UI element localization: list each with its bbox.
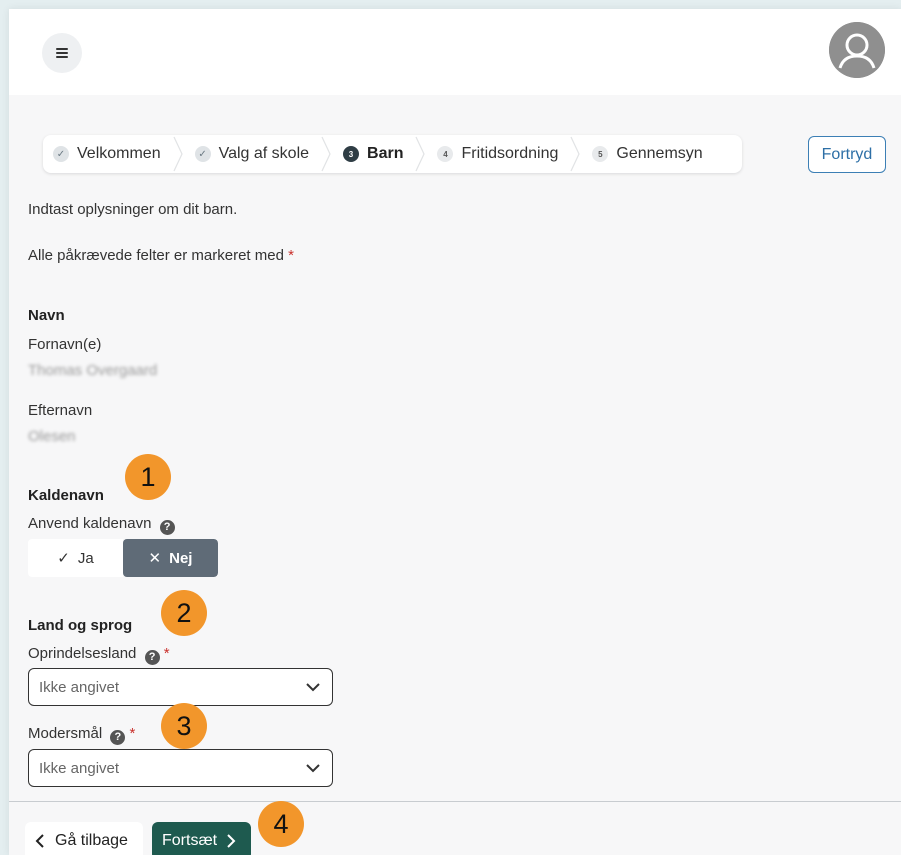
annotation-badge-2: 2 bbox=[161, 590, 207, 636]
check-icon: ✓ bbox=[194, 146, 211, 162]
help-icon[interactable]: ? bbox=[144, 649, 160, 665]
language-label: Modersmål ? * bbox=[28, 725, 135, 745]
language-label-text: Modersmål bbox=[28, 725, 103, 742]
chevron-left-icon bbox=[35, 834, 44, 848]
hamburger-icon bbox=[56, 48, 68, 58]
country-select[interactable]: Ikke angivet bbox=[28, 668, 333, 706]
continue-button[interactable]: Fortsæt bbox=[152, 822, 251, 855]
required-asterisk: * bbox=[288, 247, 294, 264]
last-name-value: Olesen bbox=[28, 428, 76, 445]
annotation-badge-1: 1 bbox=[125, 454, 171, 500]
step-velkommen[interactable]: ✓ Velkommen bbox=[53, 135, 195, 173]
use-nickname-label: Anvend kaldenavn ? bbox=[28, 515, 175, 535]
step-gennemsyn[interactable]: 5 Gennemsyn bbox=[592, 135, 714, 173]
intro-text: Indtast oplysninger om dit barn. bbox=[28, 201, 238, 218]
use-nickname-text: Anvend kaldenavn bbox=[28, 515, 152, 532]
name-heading: Navn bbox=[28, 307, 65, 324]
required-asterisk: * bbox=[163, 645, 170, 662]
required-note: Alle påkrævede felter er markeret med * bbox=[28, 247, 294, 264]
app-frame: ✓ Velkommen ✓ Valg af skole 3 Barn 4 Fri… bbox=[9, 9, 901, 855]
step-separator-icon bbox=[570, 136, 581, 172]
step-fritidsordning[interactable]: 4 Fritidsordning bbox=[437, 135, 592, 173]
top-bar bbox=[9, 9, 901, 95]
step-label: Valg af skole bbox=[218, 145, 310, 162]
check-icon: ✓ bbox=[57, 550, 70, 567]
step-label: Fritidsordning bbox=[461, 145, 559, 162]
progress-stepper: ✓ Velkommen ✓ Valg af skole 3 Barn 4 Fri… bbox=[43, 135, 742, 173]
help-icon[interactable]: ? bbox=[110, 729, 126, 745]
required-note-text: Alle påkrævede felter er markeret med bbox=[28, 247, 284, 264]
step-separator-icon bbox=[415, 136, 426, 172]
nickname-no-option[interactable]: ✕ Nej bbox=[123, 539, 218, 577]
first-name-value: Thomas Overgaard bbox=[28, 362, 158, 379]
step-number-icon: 4 bbox=[437, 146, 454, 162]
nickname-yes-option[interactable]: ✓ Ja bbox=[28, 539, 123, 577]
first-name-label: Fornavn(e) bbox=[28, 336, 102, 353]
step-separator-icon bbox=[321, 136, 331, 172]
step-barn[interactable]: 3 Barn bbox=[343, 135, 437, 173]
language-select-value: Ikke angivet bbox=[39, 759, 120, 777]
back-button[interactable]: Gå tilbage bbox=[25, 822, 143, 855]
annotation-badge-4: 4 bbox=[258, 801, 304, 847]
language-select[interactable]: Ikke angivet bbox=[28, 749, 333, 787]
chevron-down-icon bbox=[306, 764, 320, 773]
last-name-label: Efternavn bbox=[28, 402, 93, 419]
step-valg-af-skole[interactable]: ✓ Valg af skole bbox=[194, 135, 343, 173]
required-asterisk: * bbox=[129, 725, 136, 742]
chevron-right-icon bbox=[227, 834, 236, 848]
chevron-down-icon bbox=[306, 683, 320, 692]
help-icon[interactable]: ? bbox=[159, 519, 175, 535]
back-label: Gå tilbage bbox=[55, 832, 128, 849]
annotation-badge-3: 3 bbox=[161, 703, 207, 749]
step-number-icon: 5 bbox=[592, 146, 609, 162]
step-number-icon: 3 bbox=[343, 146, 360, 162]
close-icon: ✕ bbox=[148, 550, 162, 567]
step-label: Gennemsyn bbox=[616, 145, 703, 162]
menu-button[interactable] bbox=[42, 33, 82, 73]
check-icon: ✓ bbox=[53, 146, 69, 162]
continue-label: Fortsæt bbox=[162, 832, 218, 849]
country-label: Oprindelsesland ? * bbox=[28, 645, 170, 665]
country-label-text: Oprindelsesland bbox=[28, 645, 137, 662]
yes-label: Ja bbox=[77, 549, 94, 567]
step-separator-icon bbox=[173, 136, 183, 172]
user-avatar-icon[interactable] bbox=[829, 22, 885, 78]
cancel-button[interactable]: Fortryd bbox=[808, 136, 886, 173]
country-select-value: Ikke angivet bbox=[39, 678, 120, 696]
country-language-heading: Land og sprog bbox=[28, 617, 133, 634]
nickname-heading: Kaldenavn bbox=[28, 487, 104, 504]
nickname-toggle: ✓ Ja ✕ Nej bbox=[28, 539, 218, 577]
step-label: Velkommen bbox=[77, 145, 161, 162]
step-label: Barn bbox=[367, 145, 404, 162]
footer-divider bbox=[9, 801, 901, 802]
no-label: Nej bbox=[169, 549, 193, 567]
